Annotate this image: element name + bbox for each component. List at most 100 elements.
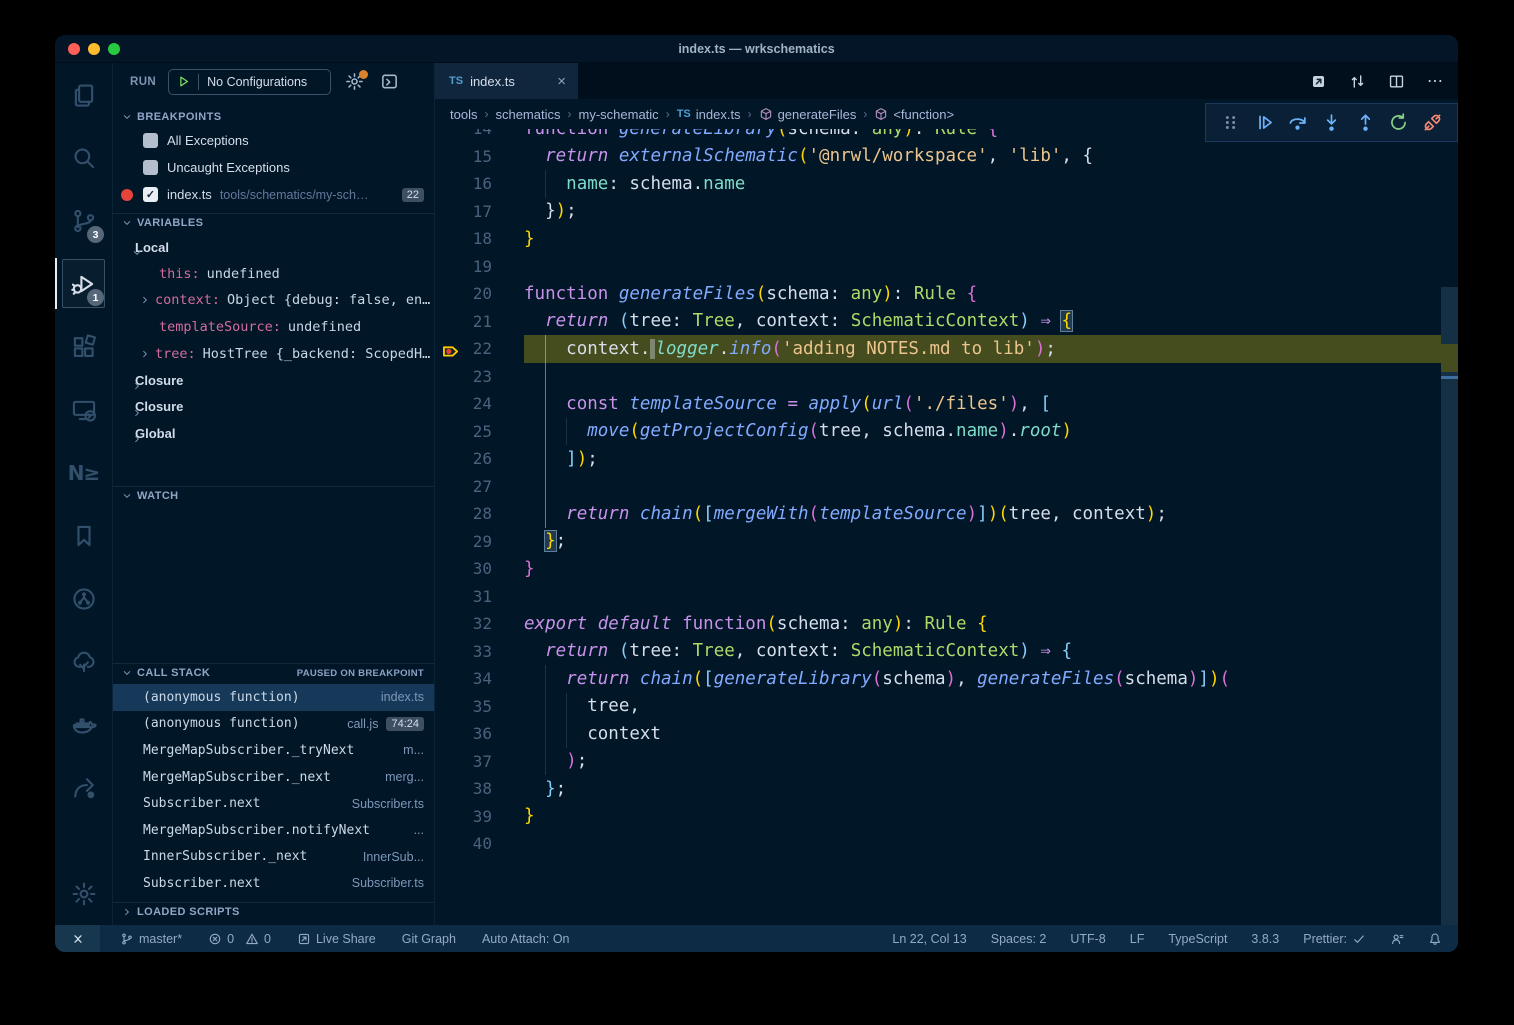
remote-explorer-icon[interactable]: [55, 378, 112, 441]
git-graph[interactable]: Git Graph: [402, 932, 456, 946]
code-line-40[interactable]: 40: [435, 830, 1458, 858]
extensions-icon[interactable]: [55, 315, 112, 378]
code-line-33[interactable]: 33 return (tree: Tree, context: Schemati…: [435, 638, 1458, 666]
code-line-15[interactable]: 15 return externalSchematic('@nrwl/works…: [435, 143, 1458, 171]
nx-console-icon[interactable]: N≥: [55, 441, 112, 504]
code-line-25[interactable]: 25 move(getProjectConfig(tree, schema.na…: [435, 418, 1458, 446]
line-number[interactable]: 19: [435, 257, 492, 276]
breadcrumb-item-generateFiles[interactable]: generateFiles: [759, 107, 857, 122]
variables-scope-closure[interactable]: Closure: [113, 394, 434, 421]
bookmarks-icon[interactable]: [55, 504, 112, 567]
code-line-36[interactable]: 36 context: [435, 720, 1458, 748]
code-line-27[interactable]: 27: [435, 473, 1458, 501]
feedback[interactable]: [1390, 932, 1404, 946]
live-share-icon[interactable]: [55, 756, 112, 819]
variables-scope-global[interactable]: Global: [113, 420, 434, 447]
line-number[interactable]: 30: [435, 559, 492, 578]
code-line-23[interactable]: 23: [435, 363, 1458, 391]
variables-section-header[interactable]: VARIABLES: [113, 213, 434, 232]
line-number[interactable]: 26: [435, 449, 492, 468]
line-number[interactable]: 37: [435, 752, 492, 771]
code-line-22[interactable]: 22 context.logger.info('adding NOTES.md …: [435, 335, 1458, 363]
debug-console-button[interactable]: [380, 72, 399, 91]
watch-section-header[interactable]: WATCH: [113, 486, 434, 505]
variable-row[interactable]: this:undefined: [113, 261, 434, 288]
open-changes-icon[interactable]: [1310, 73, 1327, 90]
code-line-24[interactable]: 24 const templateSource = apply(url('./f…: [435, 390, 1458, 418]
start-debug-icon[interactable]: [176, 74, 191, 89]
breadcrumb-item-schematics[interactable]: schematics: [495, 107, 560, 122]
line-number[interactable]: 21: [435, 312, 492, 331]
launch-configuration-dropdown[interactable]: No Configurations: [168, 69, 331, 95]
variable-row[interactable]: templateSource:undefined: [113, 314, 434, 341]
line-number[interactable]: 35: [435, 697, 492, 716]
breadcrumb-item-function[interactable]: <function>: [874, 107, 954, 122]
code-line-35[interactable]: 35 tree,: [435, 693, 1458, 721]
settings-gear-icon[interactable]: [55, 862, 112, 925]
call-stack-frame[interactable]: Subscriber.nextSubscriber.ts: [113, 870, 434, 897]
compare-changes-icon[interactable]: [1349, 73, 1366, 90]
code-line-19[interactable]: 19: [435, 253, 1458, 281]
call-stack-section-header[interactable]: CALL STACK PAUSED ON BREAKPOINT: [113, 663, 434, 682]
checkbox[interactable]: [143, 160, 158, 175]
run-debug-icon[interactable]: 1: [55, 252, 112, 315]
paused-breakpoint-arrow-icon[interactable]: [442, 341, 459, 358]
line-number[interactable]: 40: [435, 834, 492, 853]
line-number[interactable]: 38: [435, 779, 492, 798]
cursor-position[interactable]: Ln 22, Col 13: [892, 932, 966, 946]
code-line-39[interactable]: 39}: [435, 803, 1458, 831]
line-number[interactable]: 24: [435, 394, 492, 413]
code-line-37[interactable]: 37 );: [435, 748, 1458, 776]
step-over-button[interactable]: [1281, 112, 1315, 133]
more-actions-icon[interactable]: ⋯: [1427, 71, 1444, 91]
explorer-icon[interactable]: [55, 63, 112, 126]
line-number[interactable]: 32: [435, 614, 492, 633]
test-explorer-icon[interactable]: [55, 630, 112, 693]
loaded-scripts-section-header[interactable]: LOADED SCRIPTS: [113, 902, 434, 921]
eol[interactable]: LF: [1130, 932, 1145, 946]
call-stack-frame[interactable]: MergeMapSubscriber._nextmerg...: [113, 764, 434, 791]
step-into-button[interactable]: [1315, 112, 1349, 133]
code-line-34[interactable]: 34 return chain([generateLibrary(schema)…: [435, 665, 1458, 693]
language-mode[interactable]: TypeScript: [1168, 932, 1227, 946]
call-stack-frame[interactable]: Subscriber.nextSubscriber.ts: [113, 790, 434, 817]
git-graph-icon[interactable]: [55, 567, 112, 630]
search-icon[interactable]: [55, 126, 112, 189]
line-number[interactable]: 29: [435, 532, 492, 551]
breadcrumb-item-tools[interactable]: tools: [450, 107, 477, 122]
code-line-18[interactable]: 18}: [435, 225, 1458, 253]
breakpoint-item[interactable]: ✓index.tstools/schematics/my-sch…22: [113, 181, 434, 208]
line-number[interactable]: 39: [435, 807, 492, 826]
notifications[interactable]: [1428, 932, 1442, 946]
breakpoint-item[interactable]: All Exceptions: [113, 127, 434, 154]
step-out-button[interactable]: [1348, 112, 1382, 133]
line-number[interactable]: 15: [435, 147, 492, 166]
scrollbar-slider[interactable]: [1441, 287, 1458, 925]
breakpoint-item[interactable]: Uncaught Exceptions: [113, 154, 434, 181]
line-number[interactable]: 27: [435, 477, 492, 496]
split-editor-icon[interactable]: [1388, 73, 1405, 90]
variables-scope-local[interactable]: Local: [113, 234, 434, 261]
code-line-21[interactable]: 21 return (tree: Tree, context: Schemati…: [435, 308, 1458, 336]
source-control-icon[interactable]: 3: [55, 189, 112, 252]
variable-row[interactable]: context:Object {debug: false, en…: [113, 287, 434, 314]
line-number[interactable]: 36: [435, 724, 492, 743]
disconnect-button[interactable]: [1415, 112, 1449, 133]
call-stack-frame[interactable]: MergeMapSubscriber.notifyNext...: [113, 817, 434, 844]
line-number[interactable]: 33: [435, 642, 492, 661]
breakpoints-section-header[interactable]: BREAKPOINTS: [113, 107, 434, 126]
ts-version[interactable]: 3.8.3: [1251, 932, 1279, 946]
title-bar[interactable]: index.ts — wrkschematics: [55, 35, 1458, 63]
breadcrumb-item-index.ts[interactable]: TSindex.ts: [677, 107, 741, 122]
call-stack-frame[interactable]: MergeMapSubscriber._tryNextm...: [113, 737, 434, 764]
code-editor[interactable]: 14function generateLibrary(schema: any):…: [435, 129, 1458, 925]
restart-button[interactable]: [1382, 112, 1416, 133]
code-line-20[interactable]: 20function generateFiles(schema: any): R…: [435, 280, 1458, 308]
code-line-32[interactable]: 32export default function(schema: any): …: [435, 610, 1458, 638]
tab-index-ts[interactable]: TS index.ts ×: [435, 63, 578, 99]
variables-scope-closure[interactable]: Closure: [113, 367, 434, 394]
code-line-17[interactable]: 17 });: [435, 198, 1458, 226]
line-number[interactable]: 34: [435, 669, 492, 688]
breadcrumb-item-my-schematic[interactable]: my-schematic: [579, 107, 659, 122]
indentation[interactable]: Spaces: 2: [991, 932, 1047, 946]
